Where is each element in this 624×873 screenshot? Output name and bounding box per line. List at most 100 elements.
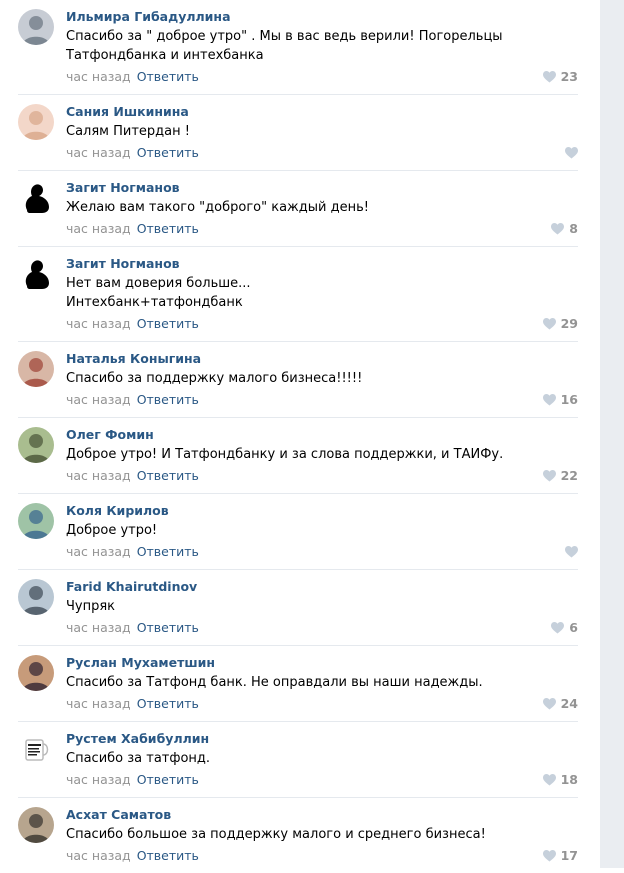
comment-text: Спасибо за " доброе утро" . Мы в вас вед… bbox=[66, 27, 578, 65]
comment-author-link[interactable]: Ильмира Гибадуллина bbox=[66, 9, 578, 25]
comment-meta: час назад Ответить 22 bbox=[66, 468, 578, 484]
comment-author-link[interactable]: Сания Ишкинина bbox=[66, 104, 578, 120]
reply-link[interactable]: Ответить bbox=[137, 544, 199, 559]
mug-avatar[interactable] bbox=[18, 731, 54, 767]
comment-author-link[interactable]: Загит Ногманов bbox=[66, 256, 578, 272]
comment-author-link[interactable]: Наталья Коныгина bbox=[66, 351, 578, 367]
comment-meta: час назад Ответить 18 bbox=[66, 772, 578, 788]
comment-body: Загит Ногманов Нет вам доверия больше... И… bbox=[18, 256, 578, 342]
comment-author-link[interactable]: Рустем Хабибуллин bbox=[66, 731, 578, 747]
comment-text: Нет вам доверия больше... Интехбанк+татфо… bbox=[66, 274, 578, 312]
comment-text-line: Желаю вам такого "доброго" каждый день! bbox=[66, 200, 369, 215]
like-button[interactable] bbox=[565, 145, 578, 161]
like-count: 24 bbox=[560, 696, 578, 711]
comment-item: Загит Ногманов Желаю вам такого "доброго"… bbox=[0, 171, 595, 247]
comment-author-link[interactable]: Асхат Саматов bbox=[66, 807, 578, 823]
comment-item: Коля Кирилов Доброе утро! час назад Ответит… bbox=[0, 494, 595, 570]
heart-icon bbox=[551, 223, 565, 235]
heart-icon bbox=[542, 394, 556, 406]
comment-author-link[interactable]: Олег Фомин bbox=[66, 427, 578, 443]
comment-text: Спасибо за Татфонд банк. Не оправдали вы… bbox=[66, 673, 578, 692]
photo-avatar[interactable] bbox=[18, 427, 54, 463]
heart-icon bbox=[542, 71, 556, 83]
like-button[interactable]: 6 bbox=[551, 620, 578, 636]
like-button[interactable]: 24 bbox=[542, 696, 578, 712]
comment-author-link[interactable]: Коля Кирилов bbox=[66, 503, 578, 519]
reply-link[interactable]: Ответить bbox=[137, 468, 199, 483]
comment-text-line: Интехбанк+татфондбанк bbox=[66, 295, 243, 310]
comment-text: Доброе утро! И Татфондбанку и за слова п… bbox=[66, 445, 578, 464]
comment-item: Ильмира Гибадуллина Спасибо за " доброе у… bbox=[0, 0, 595, 95]
like-button[interactable]: 23 bbox=[542, 69, 578, 85]
photo-avatar[interactable] bbox=[18, 104, 54, 140]
comment-author-link[interactable]: Загит Ногманов bbox=[66, 180, 578, 196]
comment-body: Загит Ногманов Желаю вам такого "доброго"… bbox=[18, 180, 578, 247]
reply-link[interactable]: Ответить bbox=[137, 145, 199, 160]
heart-icon bbox=[542, 698, 556, 710]
photo-avatar[interactable] bbox=[18, 655, 54, 691]
comment-timestamp[interactable]: час назад bbox=[66, 468, 131, 483]
heart-icon bbox=[542, 318, 556, 330]
comment-timestamp[interactable]: час назад bbox=[66, 620, 131, 635]
comment-text: Желаю вам такого "доброго" каждый день! bbox=[66, 198, 578, 217]
reply-link[interactable]: Ответить bbox=[137, 392, 199, 407]
comment-text-line: Доброе утро! И Татфондбанку и за слова п… bbox=[66, 447, 504, 462]
silhouette-avatar[interactable] bbox=[18, 256, 54, 292]
photo-avatar[interactable] bbox=[18, 579, 54, 615]
reply-link[interactable]: Ответить bbox=[137, 620, 199, 635]
comment-timestamp[interactable]: час назад bbox=[66, 392, 131, 407]
comment-text-line: Татфондбанка и интехбанка bbox=[66, 48, 264, 63]
comment-timestamp[interactable]: час назад bbox=[66, 544, 131, 559]
reply-link[interactable]: Ответить bbox=[137, 696, 199, 711]
photo-avatar[interactable] bbox=[18, 9, 54, 45]
comment-meta: час назад Ответить 29 bbox=[66, 316, 578, 332]
photo-avatar[interactable] bbox=[18, 351, 54, 387]
like-button[interactable] bbox=[565, 544, 578, 560]
comment-text: Спасибо за поддержку малого бизнеса!!!!! bbox=[66, 369, 578, 388]
reply-link[interactable]: Ответить bbox=[137, 69, 199, 84]
comment-meta: час назад Ответить 23 bbox=[66, 69, 578, 85]
comment-timestamp[interactable]: час назад bbox=[66, 848, 131, 863]
comment-author-link[interactable]: Farid Khairutdinov bbox=[66, 579, 578, 595]
like-count: 23 bbox=[560, 69, 578, 84]
like-button[interactable]: 29 bbox=[542, 316, 578, 332]
comment-timestamp[interactable]: час назад bbox=[66, 221, 131, 236]
like-button[interactable]: 8 bbox=[551, 221, 578, 237]
like-button[interactable]: 22 bbox=[542, 468, 578, 484]
page-scroll-gutter[interactable] bbox=[600, 0, 624, 868]
like-count: 17 bbox=[560, 848, 578, 863]
heart-icon bbox=[542, 470, 556, 482]
like-button[interactable]: 17 bbox=[542, 848, 578, 864]
comment-timestamp[interactable]: час назад bbox=[66, 69, 131, 84]
heart-icon bbox=[542, 774, 556, 786]
like-button[interactable]: 16 bbox=[542, 392, 578, 408]
like-button[interactable]: 18 bbox=[542, 772, 578, 788]
comment-timestamp[interactable]: час назад bbox=[66, 772, 131, 787]
comment-meta: час назад Ответить bbox=[66, 544, 578, 560]
comment-body: Коля Кирилов Доброе утро! час назад Ответит… bbox=[18, 503, 578, 570]
reply-link[interactable]: Ответить bbox=[137, 221, 199, 236]
photo-avatar[interactable] bbox=[18, 503, 54, 539]
comment-body: Сания Ишкинина Салям Питердан ! час назад О… bbox=[18, 104, 578, 171]
comment-text-line: Чупряк bbox=[66, 599, 116, 614]
comment-body: Асхат Саматов Спасибо большое за поддержк… bbox=[18, 807, 578, 873]
photo-avatar[interactable] bbox=[18, 807, 54, 843]
comment-text-line: Доброе утро! bbox=[66, 523, 158, 538]
comment-timestamp[interactable]: час назад bbox=[66, 316, 131, 331]
comment-body: Руслан Мухаметшин Спасибо за Татфонд банк… bbox=[18, 655, 578, 722]
reply-link[interactable]: Ответить bbox=[137, 848, 199, 863]
comment-body: Олег Фомин Доброе утро! И Татфондбанку и … bbox=[18, 427, 578, 494]
comment-text-line: Спасибо за татфонд. bbox=[66, 751, 211, 766]
reply-link[interactable]: Ответить bbox=[137, 316, 199, 331]
comment-text: Спасибо за татфонд. bbox=[66, 749, 578, 768]
comment-text-line: Спасибо за поддержку малого бизнеса!!!!! bbox=[66, 371, 363, 386]
comment-author-link[interactable]: Руслан Мухаметшин bbox=[66, 655, 578, 671]
heart-icon bbox=[542, 850, 556, 862]
reply-link[interactable]: Ответить bbox=[137, 772, 199, 787]
comment-body: Farid Khairutdinov Чупряк час назад Ответит… bbox=[18, 579, 578, 646]
like-count: 22 bbox=[560, 468, 578, 483]
comment-timestamp[interactable]: час назад bbox=[66, 696, 131, 711]
comment-timestamp[interactable]: час назад bbox=[66, 145, 131, 160]
silhouette-avatar[interactable] bbox=[18, 180, 54, 216]
like-count: 16 bbox=[560, 392, 578, 407]
